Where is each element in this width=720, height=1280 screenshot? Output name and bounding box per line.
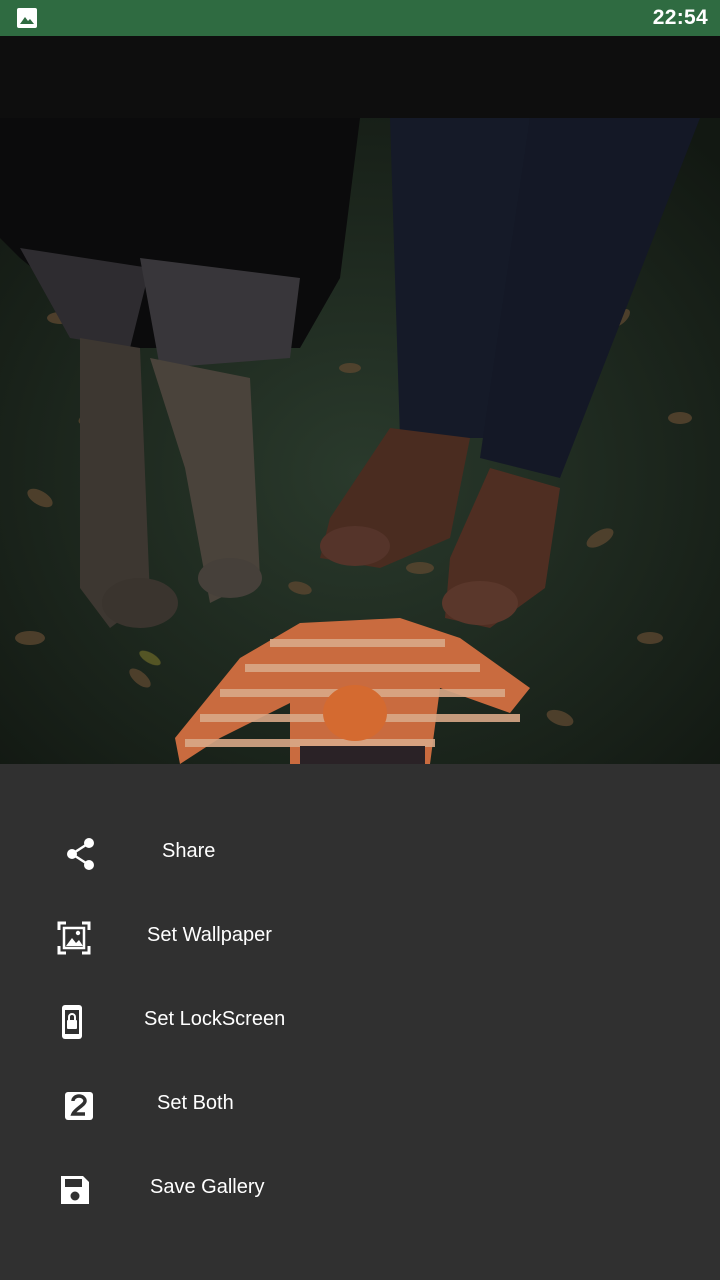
wallpaper-icon	[57, 921, 91, 955]
set-both-button[interactable]: Set Both	[0, 1064, 720, 1148]
save-gallery-button[interactable]: Save Gallery	[0, 1148, 720, 1232]
action-sheet: Share Set Wallpaper Set LockScreen Set B…	[0, 764, 720, 1280]
wallpaper-image	[0, 118, 720, 764]
share-label: Share	[162, 840, 216, 862]
top-bar	[0, 36, 720, 118]
set-wallpaper-label: Set Wallpaper	[147, 924, 272, 946]
save-gallery-label: Save Gallery	[150, 1176, 265, 1198]
save-icon	[61, 1176, 89, 1204]
set-lockscreen-button[interactable]: Set LockScreen	[0, 980, 720, 1064]
set-both-label: Set Both	[157, 1092, 234, 1114]
share-icon	[67, 838, 94, 870]
status-time: 22:54	[652, 6, 708, 29]
image-icon	[17, 8, 37, 28]
lockscreen-icon	[62, 1005, 82, 1039]
set-lockscreen-label: Set LockScreen	[144, 1008, 286, 1030]
both-icon	[65, 1092, 93, 1120]
status-bar: 22:54	[0, 0, 720, 36]
share-button[interactable]: Share	[0, 812, 720, 896]
set-wallpaper-button[interactable]: Set Wallpaper	[0, 896, 720, 980]
